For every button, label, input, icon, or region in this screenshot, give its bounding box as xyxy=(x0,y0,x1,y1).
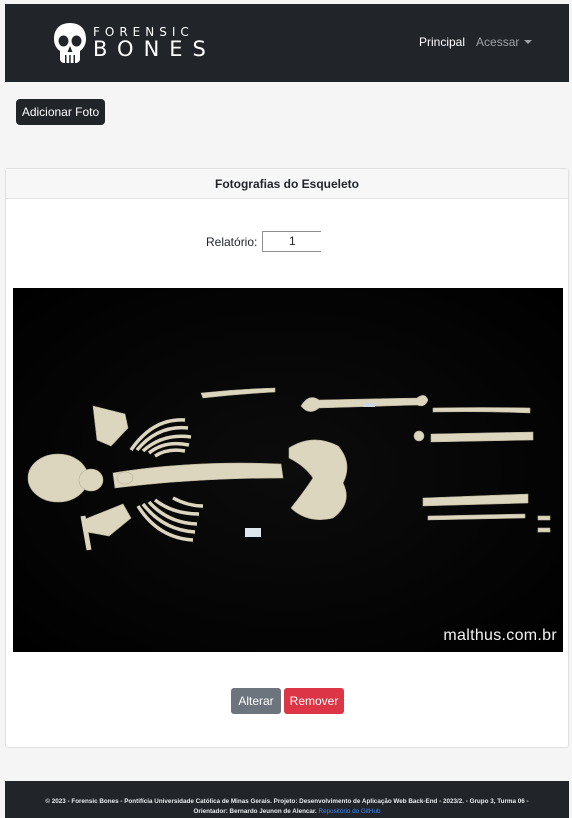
alterar-button[interactable]: Alterar xyxy=(231,688,281,714)
github-link[interactable]: Repositório do GitHub xyxy=(319,808,381,815)
nav-acessar-dropdown[interactable]: Acessar xyxy=(476,35,533,49)
add-photo-button[interactable]: Adicionar Foto xyxy=(16,99,105,125)
skeleton-photo: malthus.com.br xyxy=(13,288,563,652)
skull-icon xyxy=(54,23,86,63)
footer-text: © 2023 - Forensic Bones - Pontifícia Uni… xyxy=(45,798,529,815)
skeleton-photos-card: Fotografias do Esqueleto Relatório: 1 ma… xyxy=(5,168,569,748)
navbar: FORENSIC BONES Principal Acessar xyxy=(5,4,569,82)
brand-bottom-text: BONES xyxy=(93,37,216,61)
remover-button[interactable]: Remover xyxy=(284,688,344,714)
relatorio-field: Relatório: 1 xyxy=(206,231,322,252)
card-title: Fotografias do Esqueleto xyxy=(6,169,568,199)
brand-wordmark: FORENSIC BONES xyxy=(93,26,216,60)
nav-principal-link[interactable]: Principal xyxy=(419,35,465,49)
photo-watermark: malthus.com.br xyxy=(443,627,557,644)
caret-down-icon xyxy=(524,40,533,44)
nav-acessar-label: Acessar xyxy=(476,35,520,49)
skeleton-illustration xyxy=(13,288,563,652)
brand-logo[interactable]: FORENSIC BONES xyxy=(53,22,216,64)
nav-links: Principal Acessar xyxy=(419,35,533,49)
footer: © 2023 - Forensic Bones - Pontifícia Uni… xyxy=(5,781,569,818)
relatorio-input[interactable]: 1 xyxy=(262,231,322,252)
relatorio-label: Relatório: xyxy=(206,234,258,249)
